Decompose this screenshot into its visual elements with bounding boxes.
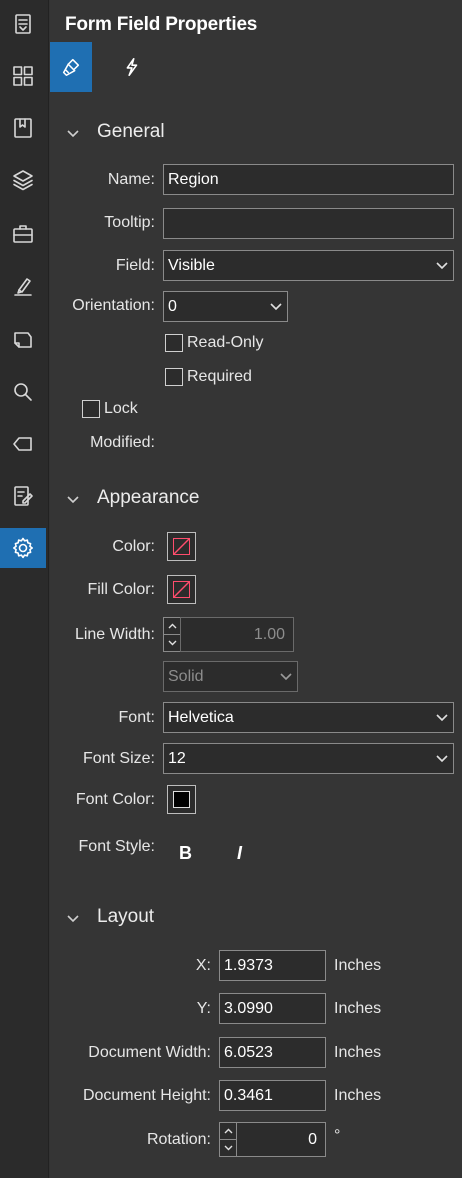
color-label: Color:: [112, 538, 155, 555]
brush-icon: [60, 56, 82, 78]
name-value: Region: [168, 170, 219, 188]
search-icon[interactable]: [0, 372, 46, 412]
orientation-select[interactable]: 0: [163, 291, 288, 322]
rotation-unit: °: [334, 1127, 341, 1144]
document-height-label: Document Height:: [82, 1087, 211, 1104]
rotation-input[interactable]: 0: [236, 1122, 326, 1157]
x-value: 1.9373: [224, 956, 273, 974]
y-input[interactable]: 3.0990: [219, 993, 326, 1024]
no-color-icon: [173, 538, 190, 555]
tab-actions[interactable]: [110, 42, 152, 92]
section-appearance-title: Appearance: [97, 487, 200, 508]
document-width-input[interactable]: 6.0523: [219, 1037, 326, 1068]
font-size-label: Font Size:: [82, 750, 155, 767]
chevron-down-icon: [435, 711, 449, 725]
document-list-icon[interactable]: [0, 4, 46, 44]
x-input[interactable]: 1.9373: [219, 950, 326, 981]
tag-shape-icon[interactable]: [0, 320, 46, 360]
chevron-down-icon: [269, 300, 283, 314]
panel-title: Form Field Properties: [65, 14, 258, 35]
lock-checkbox[interactable]: [82, 400, 100, 418]
font-color-swatch: [173, 791, 190, 808]
line-style-select[interactable]: Solid: [163, 661, 298, 692]
section-appearance-header[interactable]: Appearance: [66, 487, 199, 509]
chevron-down-icon: [66, 125, 80, 139]
x-unit: Inches: [334, 957, 382, 974]
orientation-value: 0: [168, 297, 177, 315]
stepper-down-icon[interactable]: [220, 1139, 236, 1156]
name-label: Name:: [107, 171, 155, 188]
stepper-down-icon[interactable]: [164, 634, 180, 651]
required-checkbox[interactable]: [165, 368, 183, 386]
italic-button[interactable]: I: [237, 843, 242, 864]
tooltip-label: Tooltip:: [104, 214, 155, 231]
rotation-value: 0: [308, 1130, 317, 1148]
font-size-value: 12: [168, 749, 186, 767]
stepper-up-icon[interactable]: [220, 1123, 236, 1139]
stepper-up-icon[interactable]: [164, 618, 180, 634]
fill-color-picker-button[interactable]: [167, 575, 196, 604]
chevron-down-icon: [66, 491, 80, 505]
font-select[interactable]: Helvetica: [163, 702, 454, 733]
y-unit: Inches: [334, 1000, 382, 1017]
field-value: Visible: [168, 256, 215, 274]
chevron-down-icon: [435, 259, 449, 273]
section-layout-header[interactable]: Layout: [66, 906, 154, 928]
edit-form-icon[interactable]: [0, 476, 46, 516]
read-only-label: Read-Only: [187, 334, 264, 351]
font-style-label: Font Style:: [78, 838, 155, 855]
field-label: Field:: [115, 257, 155, 274]
section-general-title: General: [97, 121, 165, 142]
y-value: 3.0990: [224, 999, 273, 1017]
document-width-unit: Inches: [334, 1044, 382, 1061]
font-color-label: Font Color:: [75, 791, 155, 808]
sign-pen-icon[interactable]: [0, 266, 46, 306]
line-width-stepper[interactable]: [163, 617, 181, 652]
document-height-value: 0.3461: [224, 1086, 273, 1104]
left-toolbar: [0, 0, 49, 1178]
line-width-input[interactable]: 1.00: [180, 617, 294, 652]
toolbox-icon[interactable]: [0, 214, 46, 254]
tab-appearance[interactable]: [50, 42, 92, 92]
fill-color-label: Fill Color:: [87, 581, 155, 598]
section-layout-title: Layout: [97, 906, 155, 927]
required-label: Required: [187, 368, 252, 385]
y-label: Y:: [196, 1000, 211, 1017]
line-style-value: Solid: [168, 667, 204, 685]
line-width-value: 1.00: [253, 625, 285, 643]
modified-label: Modified:: [90, 434, 155, 451]
font-label: Font:: [118, 709, 155, 726]
layers-icon[interactable]: [0, 160, 46, 200]
name-input[interactable]: Region: [163, 164, 454, 195]
line-width-label: Line Width:: [74, 626, 155, 643]
orientation-label: Orientation:: [72, 297, 155, 314]
color-picker-button[interactable]: [167, 532, 196, 561]
chevron-down-icon: [279, 670, 293, 684]
label-icon[interactable]: [0, 424, 46, 464]
rotation-stepper[interactable]: [219, 1122, 237, 1157]
bold-button[interactable]: B: [179, 843, 192, 864]
no-color-icon: [173, 581, 190, 598]
font-value: Helvetica: [168, 708, 234, 726]
rotation-label: Rotation:: [146, 1131, 211, 1148]
field-visibility-select[interactable]: Visible: [163, 250, 454, 281]
document-width-value: 6.0523: [224, 1043, 273, 1061]
lightning-icon: [120, 56, 142, 78]
document-width-label: Document Width:: [88, 1044, 211, 1061]
chevron-down-icon: [435, 752, 449, 766]
bookmark-icon[interactable]: [0, 108, 46, 148]
thumbnails-icon[interactable]: [0, 56, 46, 96]
tooltip-input[interactable]: [163, 208, 454, 239]
lock-label: Lock: [104, 400, 138, 417]
chevron-down-icon: [66, 910, 80, 924]
document-height-unit: Inches: [334, 1087, 382, 1104]
font-size-select[interactable]: 12: [163, 743, 454, 774]
font-color-picker-button[interactable]: [167, 785, 196, 814]
section-general-header[interactable]: General: [66, 121, 165, 143]
document-height-input[interactable]: 0.3461: [219, 1080, 326, 1111]
read-only-checkbox[interactable]: [165, 334, 183, 352]
x-label: X:: [195, 957, 211, 974]
settings-icon[interactable]: [0, 528, 46, 568]
